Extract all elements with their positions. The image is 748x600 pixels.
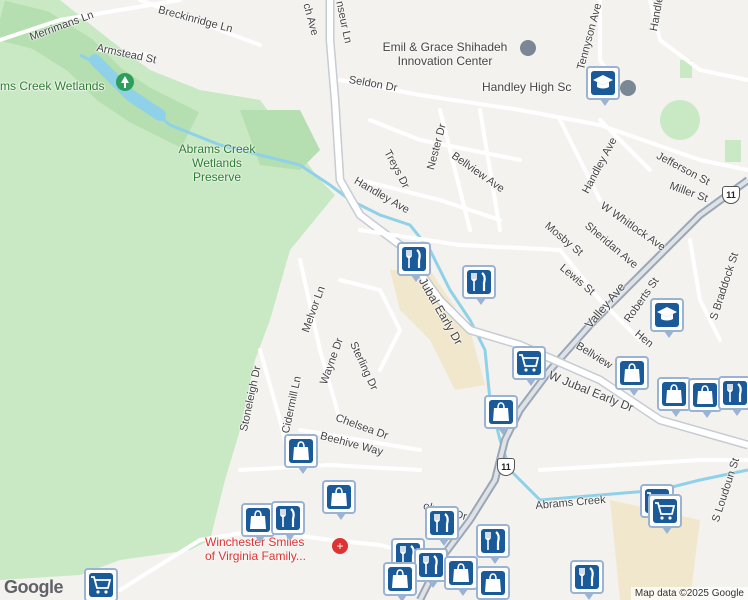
school-building-icon[interactable]	[620, 80, 636, 96]
pin-grocery-4[interactable]	[84, 568, 118, 600]
tree-icon[interactable]	[116, 73, 134, 91]
winchester-line-1: Winchester Smiles	[205, 535, 305, 549]
map-canvas[interactable]: 11 11 Merrimans Ln Breckinridge Ln Armst…	[0, 0, 748, 600]
fork-knife-icon	[434, 513, 449, 532]
shopping-bag-icon	[293, 441, 309, 460]
preserve-line-1: Abrams Creek	[178, 142, 256, 156]
pin-school-2[interactable]	[650, 298, 684, 338]
pin-shop-1[interactable]	[484, 395, 518, 435]
fork-knife-icon	[727, 383, 742, 402]
shopping-bag-icon	[485, 573, 501, 592]
pin-restaurant-5[interactable]	[425, 506, 459, 546]
shopping-cart-icon	[519, 354, 540, 372]
shopping-bag-icon	[624, 363, 640, 382]
pin-shop-7[interactable]	[241, 503, 275, 543]
shopping-cart-icon	[655, 502, 676, 520]
shopping-bag-icon	[697, 385, 713, 404]
google-logo[interactable]: Google	[4, 577, 64, 598]
fork-knife-icon	[280, 508, 295, 527]
pin-shop-9[interactable]	[444, 556, 478, 596]
pin-restaurant-9[interactable]	[570, 560, 604, 600]
place-innovation-center[interactable]: Emil & Grace Shihadeh Innovation Center	[360, 40, 530, 68]
pin-restaurant-1[interactable]	[397, 242, 431, 282]
fork-knife-icon	[579, 567, 594, 586]
graduation-cap-icon	[593, 75, 613, 89]
building-icon[interactable]	[520, 40, 536, 56]
place-winchester-smiles[interactable]: Winchester Smiles of Virginia Family...	[205, 535, 335, 563]
shopping-bag-icon	[493, 402, 509, 421]
pin-shop-4[interactable]	[688, 378, 722, 418]
pin-restaurant-4[interactable]	[271, 501, 305, 541]
fork-knife-icon	[423, 555, 438, 574]
fork-knife-icon	[471, 272, 486, 291]
shopping-bag-icon	[331, 487, 347, 506]
pin-restaurant-8[interactable]	[414, 548, 448, 588]
pin-grocery-1[interactable]	[512, 346, 546, 386]
fork-knife-icon	[485, 531, 500, 550]
shopping-bag-icon	[666, 384, 682, 403]
winchester-line-2: of Virginia Family...	[205, 549, 306, 563]
fork-knife-icon	[406, 249, 421, 268]
preserve-line-3: Preserve	[192, 170, 242, 184]
medical-cross-icon[interactable]: +	[332, 538, 348, 554]
pin-grocery-3[interactable]	[648, 494, 682, 534]
place-preserve-label[interactable]: Abrams Creek Wetlands Preserve	[167, 142, 267, 184]
pin-school-1[interactable]	[586, 66, 620, 106]
pin-shop-8[interactable]	[383, 562, 417, 600]
place-wetlands-label[interactable]: ms Creek Wetlands	[0, 79, 104, 93]
place-handley-high[interactable]: Handley High Sc	[482, 80, 571, 94]
preserve-line-2: Wetlands	[192, 156, 242, 170]
route-11-shield-north: 11	[722, 186, 740, 204]
pin-restaurant-3[interactable]	[718, 376, 748, 416]
pin-shop-2[interactable]	[615, 356, 649, 396]
pin-shop-3[interactable]	[657, 377, 691, 417]
pin-restaurant-6[interactable]	[476, 524, 510, 564]
shopping-bag-icon	[392, 569, 408, 588]
shopping-bag-icon	[453, 563, 469, 582]
pin-shop-6[interactable]	[322, 480, 356, 520]
pin-shop-10[interactable]	[476, 566, 510, 600]
pin-shop-5[interactable]	[284, 434, 318, 474]
route-11-shield-south: 11	[497, 458, 515, 476]
shopping-bag-icon	[250, 510, 266, 529]
shopping-cart-icon	[91, 576, 112, 594]
innovation-line-1: Emil & Grace Shihadeh	[382, 40, 508, 54]
graduation-cap-icon	[657, 307, 677, 321]
pin-restaurant-2[interactable]	[462, 265, 496, 305]
map-attribution[interactable]: Map data ©2025 Google	[630, 587, 748, 600]
innovation-line-2: Innovation Center	[397, 54, 493, 68]
